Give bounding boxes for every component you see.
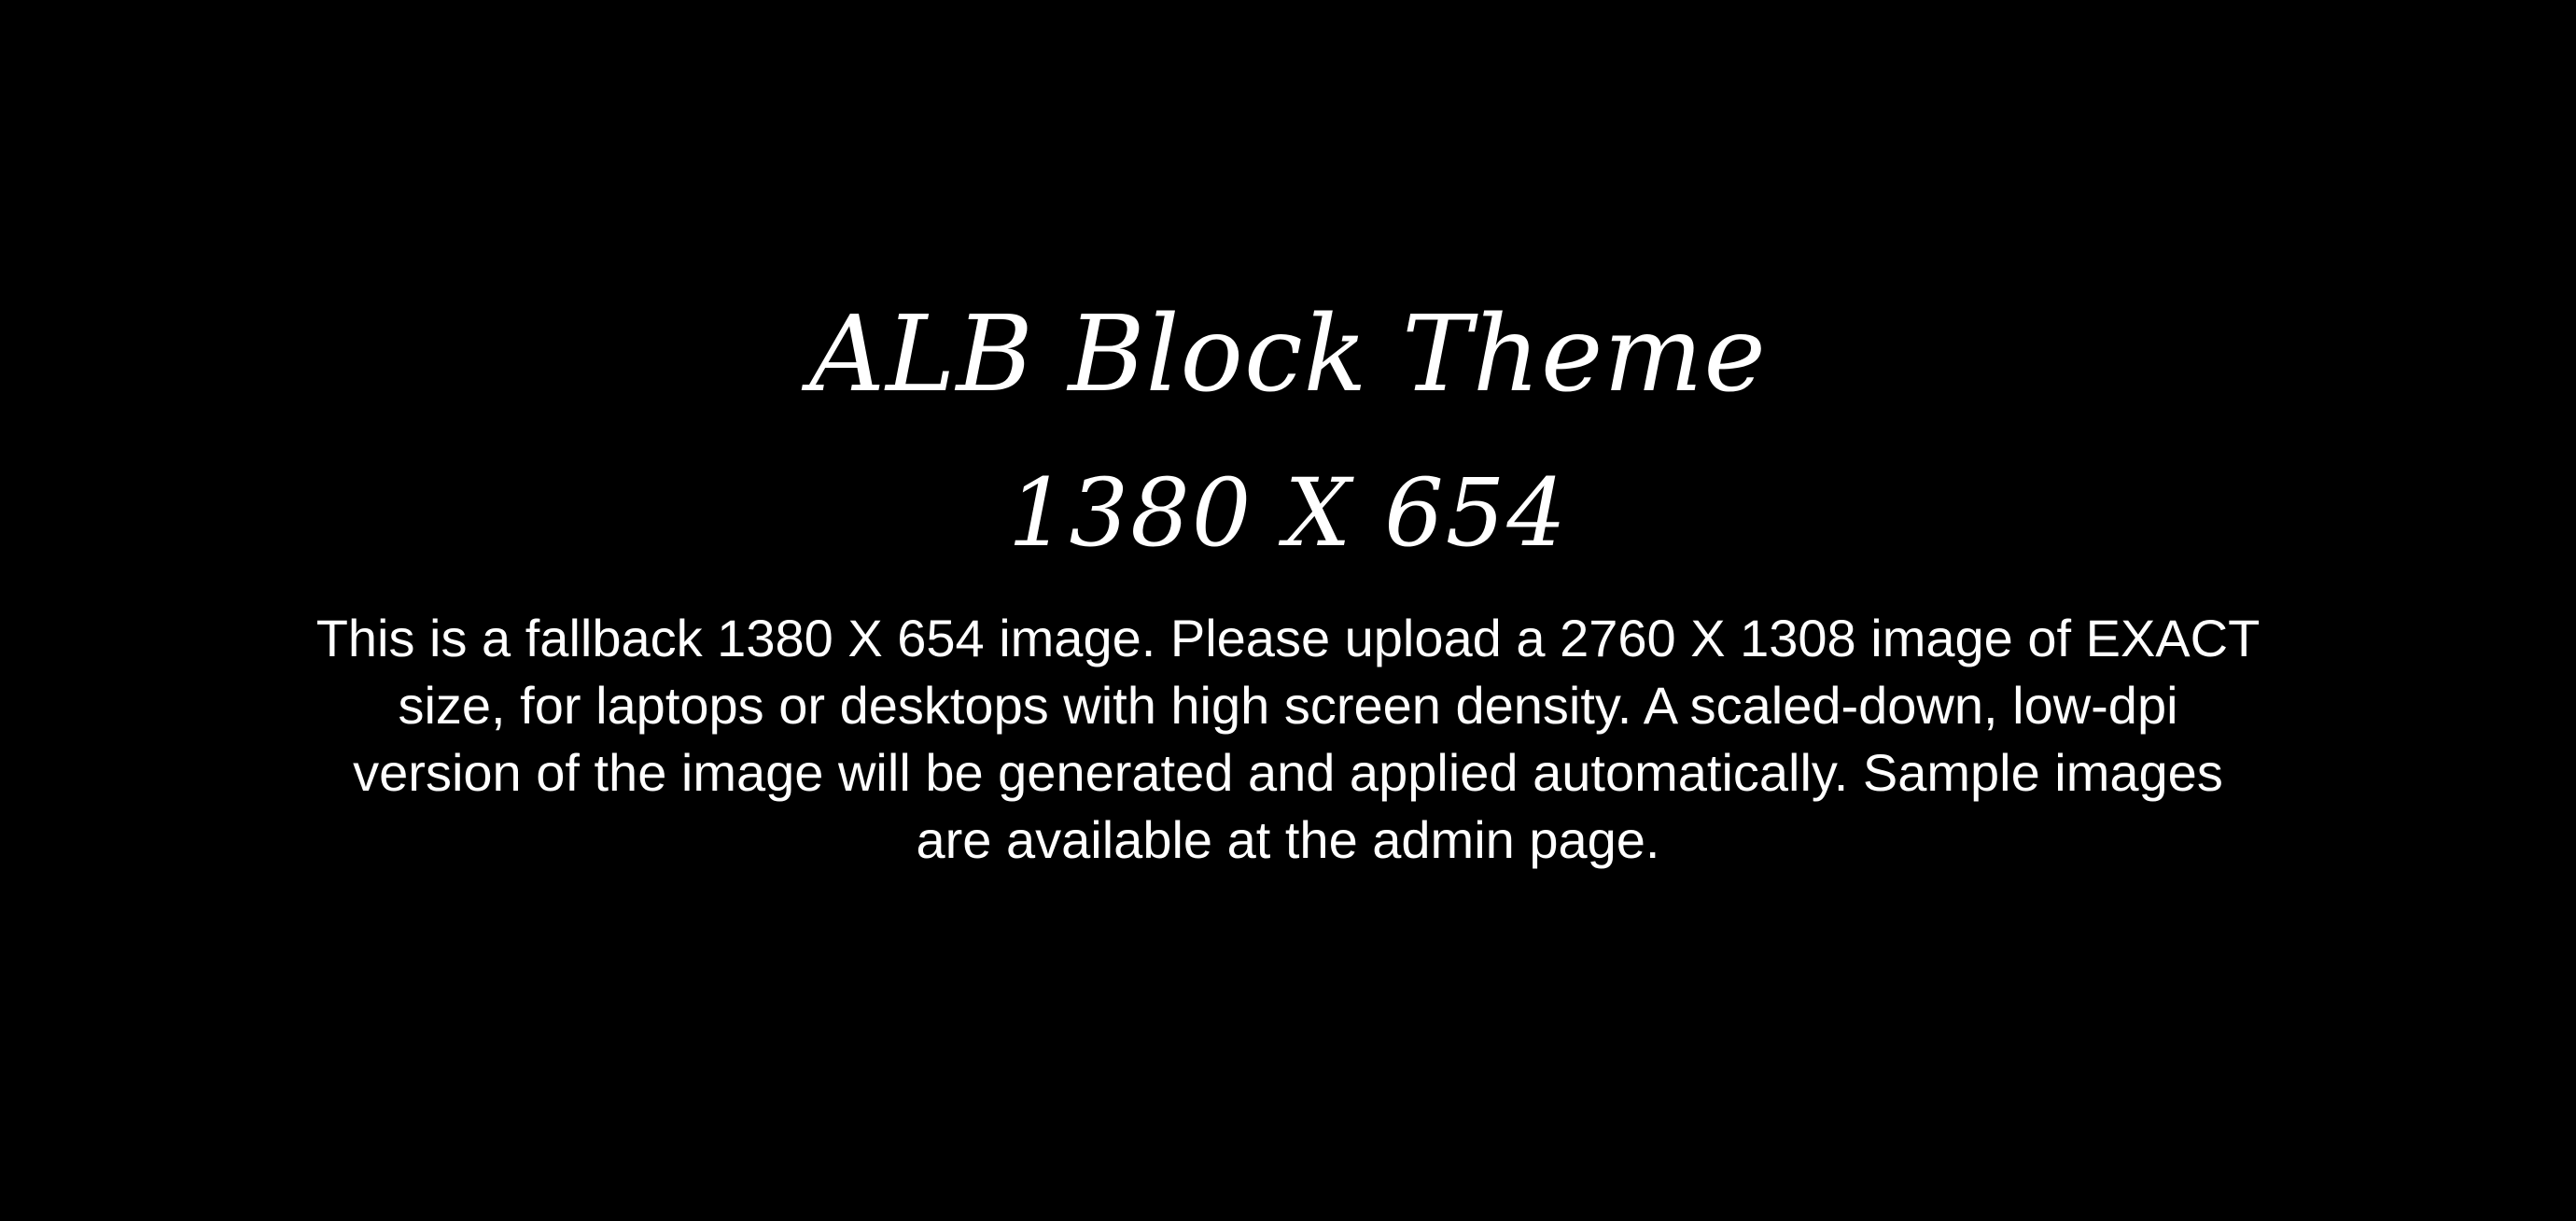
image-dimensions: 1380 X 654 (1007, 458, 1569, 568)
theme-title: ALB Block Theme (809, 294, 1767, 415)
fallback-description: This is a fallback 1380 X 654 image. Ple… (315, 609, 2261, 869)
placeholder-image: ALB Block Theme 1380 X 654 This is a fal… (0, 0, 2576, 1221)
